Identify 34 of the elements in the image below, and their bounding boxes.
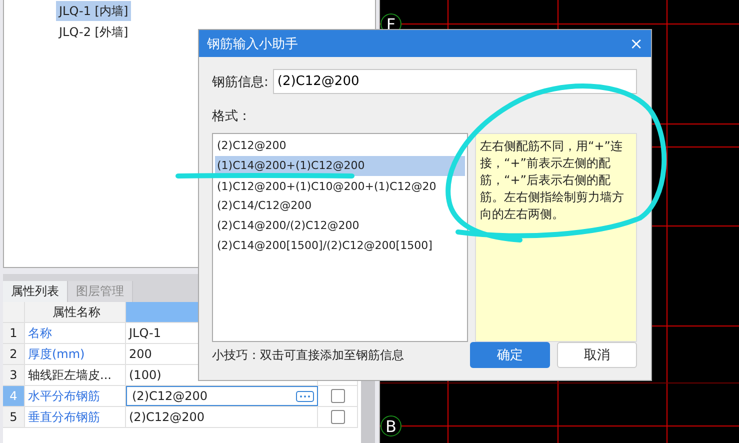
format-item[interactable]: (2)C14/C12@200: [215, 196, 465, 216]
more-icon[interactable]: [296, 390, 314, 402]
format-label: 格式：: [212, 108, 252, 125]
row-number: 3: [3, 365, 25, 385]
property-value: (2)C12@200: [126, 407, 318, 427]
close-button[interactable]: ×: [630, 34, 643, 53]
checkbox[interactable]: [330, 389, 344, 403]
checkbox[interactable]: [330, 410, 344, 424]
tree-item[interactable]: JLQ-1 [内墙]: [56, 1, 132, 21]
row-number: 5: [3, 407, 25, 427]
value-field[interactable]: (2)C12@200: [126, 386, 318, 406]
property-name: 厚度(mm): [25, 344, 126, 364]
property-name: 水平分布钢筋: [25, 386, 126, 406]
format-item[interactable]: (1)C14@200+(1)C12@200: [215, 156, 465, 176]
axis-bubble: B: [380, 416, 402, 436]
row-number: 1: [3, 323, 25, 343]
format-item[interactable]: (1)C12@200+(1)C10@200+(1)C12@20: [215, 178, 465, 196]
input-field[interactable]: (2)C12@200: [273, 69, 637, 94]
property-name: 轴线距左墙皮...: [25, 365, 126, 385]
panel-tab[interactable]: 属性列表: [3, 281, 68, 302]
format-item[interactable]: (2)C12@200: [215, 136, 465, 156]
confirm-button[interactable]: 确定: [470, 342, 550, 368]
property-name: 名称: [25, 323, 126, 343]
cancel-button[interactable]: 取消: [557, 342, 637, 368]
dialog-title: 钢筋输入小助手: [207, 36, 298, 52]
note-text: 左右侧配筋不同，用“+”连接，“+”前表示左侧的配筋，“+”后表示右侧的配筋。左右侧指绘制剪力墙方向的左右两侧。: [480, 139, 624, 221]
row-number: 4: [3, 386, 25, 406]
format-item[interactable]: (2)C14@200/(2)C12@200: [215, 216, 465, 236]
field-label: 钢筋信息:: [212, 74, 268, 90]
tree-item[interactable]: JLQ-2 [外墙]: [56, 22, 132, 42]
property-name: 垂直分布钢筋: [25, 407, 126, 427]
column-header: 属性名称: [25, 302, 126, 322]
format-item[interactable]: (2)C14@200[1500]/(2)C12@200[1500]: [215, 236, 465, 256]
row-number: 2: [3, 344, 25, 364]
